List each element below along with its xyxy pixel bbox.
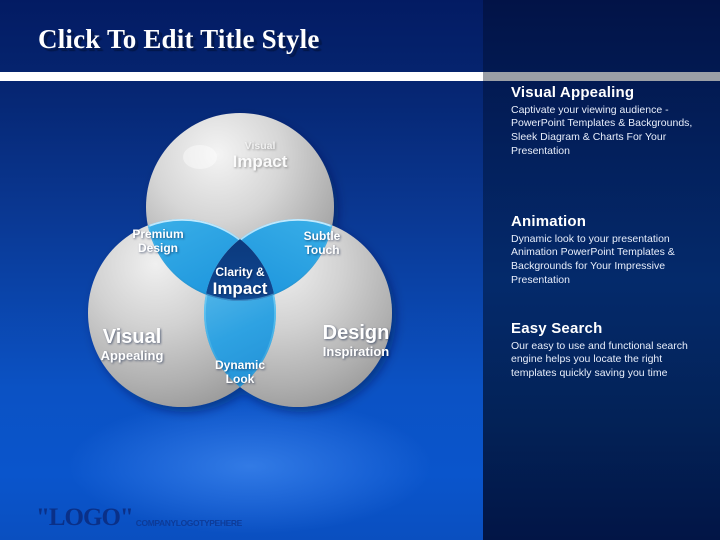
venn-diagram[interactable]: Visual Impact Premium Design Subtle Touc… xyxy=(40,105,440,465)
logo-mark: "LOGO" xyxy=(36,504,134,531)
logo-subtitle: COMPANYLOGOTYPEHERE xyxy=(135,517,242,528)
panel-heading-easy-search: Easy Search xyxy=(511,320,603,337)
slide-canvas: Click To Edit Title Style Visual Impact … xyxy=(0,0,720,540)
logo[interactable]: "LOGO" COMPANYLOGOTYPEHERE xyxy=(36,505,242,530)
panel-block-easy-search: Easy Search Our easy to use and function… xyxy=(511,320,697,381)
divider-bar-white xyxy=(0,72,483,81)
panel-block-visual-appealing: Visual Appealing Captivate your viewing … xyxy=(511,84,697,158)
panel-body-animation: Dynamic look to your presentation Animat… xyxy=(511,232,675,286)
panel-body-easy-search: Our easy to use and functional search en… xyxy=(511,339,688,380)
panel-heading-visual-appealing: Visual Appealing xyxy=(511,84,635,101)
highlight-top xyxy=(183,145,217,169)
panel-body-visual-appealing: Captivate your viewing audience - PowerP… xyxy=(511,103,693,157)
panel-block-animation: Animation Dynamic look to your presentat… xyxy=(511,213,697,287)
page-title[interactable]: Click To Edit Title Style xyxy=(38,24,478,55)
venn-svg xyxy=(88,113,392,407)
divider-bar-gray xyxy=(483,72,720,81)
panel-heading-animation: Animation xyxy=(511,213,587,230)
